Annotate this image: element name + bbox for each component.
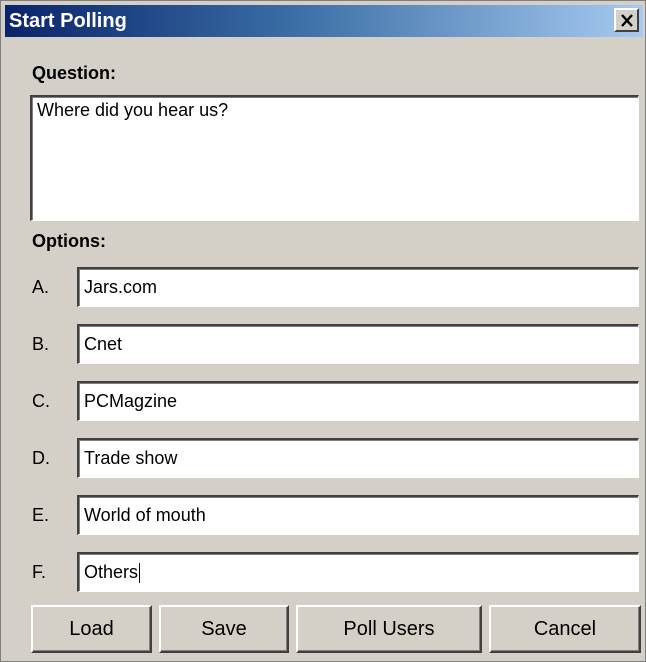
question-input[interactable]: Where did you hear us? — [30, 95, 639, 221]
option-b-letter: B. — [32, 334, 50, 354]
title-bar[interactable]: Start Polling — [5, 5, 643, 37]
option-c-value: PCMagzine — [84, 391, 178, 411]
options-label: Options: — [32, 231, 106, 251]
option-d-letter: D. — [32, 448, 50, 468]
load-button[interactable]: Load — [31, 605, 152, 653]
option-f-letter: F. — [32, 562, 47, 582]
cancel-button[interactable]: Cancel — [489, 605, 641, 653]
save-button[interactable]: Save — [159, 605, 289, 653]
option-d-value: Trade show — [84, 448, 178, 468]
question-label: Question: — [32, 63, 116, 83]
close-icon — [620, 13, 633, 27]
option-b-value: Cnet — [84, 334, 123, 354]
option-e-value: World of mouth — [84, 505, 206, 525]
start-polling-dialog: Start Polling Question: Where did you he… — [0, 0, 646, 662]
option-e-letter: E. — [32, 505, 50, 525]
option-a-letter: A. — [32, 277, 50, 297]
option-f-input[interactable]: Others — [77, 552, 639, 592]
option-a-input[interactable]: Jars.com — [77, 267, 639, 307]
option-d-input[interactable]: Trade show — [77, 438, 639, 478]
close-button[interactable] — [614, 8, 639, 32]
window-title: Start Polling — [9, 10, 127, 32]
option-e-input[interactable]: World of mouth — [77, 495, 639, 535]
option-a-value: Jars.com — [84, 277, 158, 297]
option-b-input[interactable]: Cnet — [77, 324, 639, 364]
text-caret — [139, 563, 141, 584]
option-c-letter: C. — [32, 391, 50, 411]
poll-users-button[interactable]: Poll Users — [296, 605, 482, 653]
option-f-value: Others — [84, 562, 139, 582]
option-c-input[interactable]: PCMagzine — [77, 381, 639, 421]
